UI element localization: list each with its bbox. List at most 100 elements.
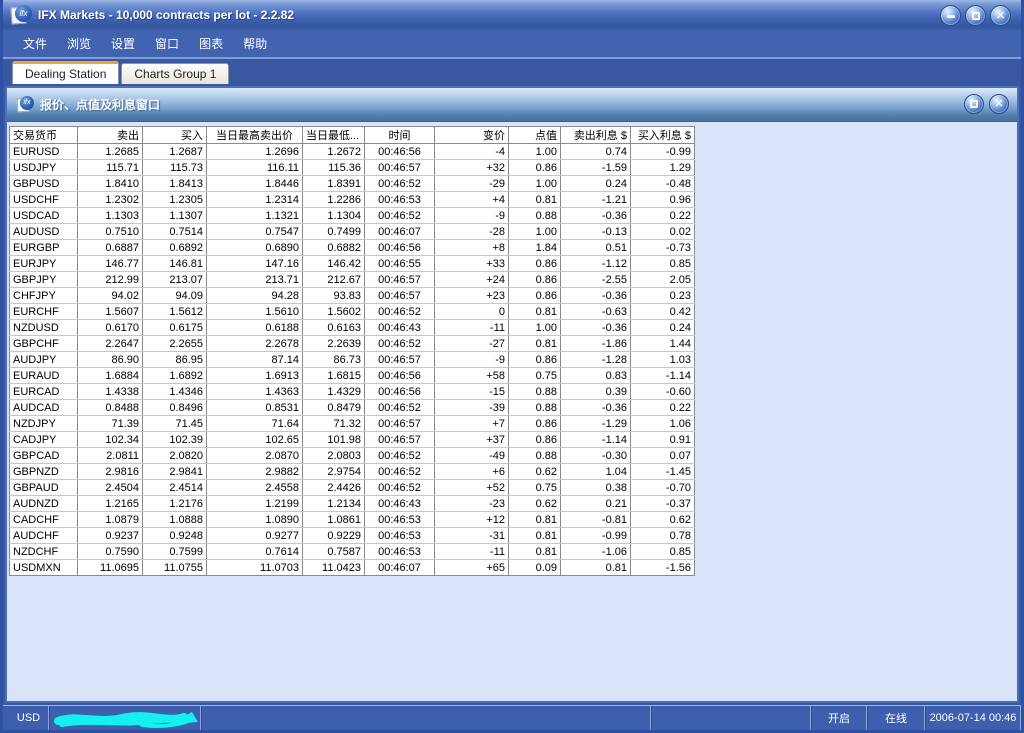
quote-row-GBPJPY[interactable]: GBPJPY 212.99 213.07 213.71 212.67 00:46:57 +2… [9,271,695,288]
time-cell: 00:46:52 [364,463,435,480]
quote-row-AUDCAD[interactable]: AUDCAD 0.8488 0.8496 0.8531 0.8479 00:46:52 -3… [9,399,695,416]
quote-row-USDCHF[interactable]: USDCHF 1.2302 1.2305 1.2314 1.2286 00:46:53 +4… [9,191,695,208]
quote-row-NZDJPY[interactable]: NZDJPY 71.39 71.45 71.64 71.32 00:46:57 +7 0.86… [9,415,695,432]
close-icon: ✕ [995,10,1006,22]
sell-cell: 1.8410 [77,175,143,192]
point-value-cell: 0.81 [508,335,561,352]
column-header-5[interactable]: 时间 [364,126,435,144]
menu-item-window[interactable]: 窗口 [145,31,189,56]
quote-row-CHFJPY[interactable]: CHFJPY 94.02 94.09 94.28 93.83 00:46:57 +23 0.8… [9,287,695,304]
column-header-3[interactable]: 当日最高卖出价 [206,126,303,144]
quote-row-AUDCHF[interactable]: AUDCHF 0.9237 0.9248 0.9277 0.9229 00:46:53 -3… [9,527,695,544]
quote-row-USDMXN[interactable]: USDMXN 11.0695 11.0755 11.0703 11.0423 00:46:… [9,559,695,576]
quote-row-EURAUD[interactable]: EURAUD 1.6884 1.6892 1.6913 1.6815 00:46:56 +5… [9,367,695,384]
change-cell: -27 [434,335,509,352]
quote-row-GBPCAD[interactable]: GBPCAD 2.0811 2.0820 2.0870 2.0803 00:46:52 -4… [9,447,695,464]
high-cell: 71.64 [206,415,303,432]
quote-row-USDJPY[interactable]: USDJPY 115.71 115.73 116.11 115.36 00:46:57 +3… [9,159,695,176]
quote-row-EURCAD[interactable]: EURCAD 1.4338 1.4346 1.4363 1.4329 00:46:56 -1… [9,383,695,400]
quote-row-USDCAD[interactable]: USDCAD 1.1303 1.1307 1.1321 1.1304 00:46:52 -9… [9,207,695,224]
high-cell: 147.16 [206,255,303,272]
quote-row-EURCHF[interactable]: EURCHF 1.5607 1.5612 1.5610 1.5602 00:46:52 0 0… [9,303,695,320]
tab-charts-group-1[interactable]: Charts Group 1 [121,63,230,84]
minimize-button[interactable] [940,5,961,26]
point-value-cell: 0.81 [508,191,561,208]
change-cell: 0 [434,303,509,320]
column-header-8[interactable]: 卖出利息 $ [560,126,631,144]
sell-cell: 146.77 [77,255,143,272]
status-spacer-2 [651,706,811,730]
low-cell: 212.67 [302,271,365,288]
low-cell: 2.0803 [302,447,365,464]
quote-row-NZDUSD[interactable]: NZDUSD 0.6170 0.6175 0.6188 0.6163 00:46:43 -1… [9,319,695,336]
buy-interest-cell: -0.60 [630,383,695,400]
quote-row-EURUSD[interactable]: EURUSD 1.2685 1.2687 1.2696 1.2672 00:46:56 -4… [9,143,695,160]
quote-row-CADJPY[interactable]: CADJPY 102.34 102.39 102.65 101.98 00:46:57 +3… [9,431,695,448]
quotes-window-logo-icon: ifx [16,95,35,114]
quote-row-CADCHF[interactable]: CADCHF 1.0879 1.0888 1.0890 1.0861 00:46:53 +1… [9,511,695,528]
point-value-cell: 0.86 [508,159,561,176]
low-cell: 1.2286 [302,191,365,208]
menu-item-settings[interactable]: 设置 [101,31,145,56]
low-cell: 2.2639 [302,335,365,352]
sell-cell: 0.8488 [77,399,143,416]
sell-cell: 2.4504 [77,479,143,496]
menu-item-file[interactable]: 文件 [13,31,57,56]
quotes-window-title-bar[interactable]: ifx 报价、点值及利息窗口 ✕ [7,88,1017,122]
quotes-maximize-button[interactable] [964,94,984,114]
column-header-9[interactable]: 买入利息 $ [630,126,695,144]
quote-row-EURGBP[interactable]: EURGBP 0.6887 0.6892 0.6890 0.6882 00:46:56 +8… [9,239,695,256]
buy-cell: 1.2305 [142,191,207,208]
buy-cell: 102.39 [142,431,207,448]
buy-cell: 11.0755 [142,559,207,576]
buy-interest-cell: 0.22 [630,207,695,224]
title-bar[interactable]: ifx IFX Markets - 10,000 contracts per l… [3,0,1021,30]
maximize-button[interactable] [965,5,986,26]
quote-row-EURJPY[interactable]: EURJPY 146.77 146.81 147.16 146.42 00:46:55 +3… [9,255,695,272]
column-header-0[interactable]: 交易货币 [9,126,78,144]
point-value-cell: 1.84 [508,239,561,256]
low-cell: 0.9229 [302,527,365,544]
quote-row-GBPNZD[interactable]: GBPNZD 2.9816 2.9841 2.9882 2.9754 00:46:52 +6… [9,463,695,480]
pair-cell: EURAUD [9,367,78,384]
tab-dealing-station[interactable]: Dealing Station [12,61,120,84]
buy-interest-cell: -1.56 [630,559,695,576]
change-cell: -49 [434,447,509,464]
low-cell: 115.36 [302,159,365,176]
change-cell: -23 [434,495,509,512]
quote-row-AUDNZD[interactable]: AUDNZD 1.2165 1.2176 1.2199 1.2134 00:46:43 -2… [9,495,695,512]
status-online-toggle[interactable]: 在线 [867,706,925,730]
column-header-7[interactable]: 点值 [508,126,561,144]
quote-row-GBPUSD[interactable]: GBPUSD 1.8410 1.8413 1.8446 1.8391 00:46:52 -2… [9,175,695,192]
quote-row-GBPAUD[interactable]: GBPAUD 2.4504 2.4514 2.4558 2.4426 00:46:52 +5… [9,479,695,496]
quotes-close-button[interactable]: ✕ [989,94,1009,114]
time-cell: 00:46:52 [364,447,435,464]
status-open-toggle[interactable]: 开启 [811,706,867,730]
change-cell: +6 [434,463,509,480]
time-cell: 00:46:43 [364,495,435,512]
quote-row-AUDJPY[interactable]: AUDJPY 86.90 86.95 87.14 86.73 00:46:57 -9 0.86… [9,351,695,368]
column-header-1[interactable]: 卖出 [77,126,143,144]
time-cell: 00:46:52 [364,479,435,496]
menu-item-help[interactable]: 帮助 [233,31,277,56]
column-header-6[interactable]: 变价 [434,126,509,144]
close-icon: ✕ [994,98,1004,110]
sell-cell: 94.02 [77,287,143,304]
low-cell: 1.6815 [302,367,365,384]
quote-row-AUDUSD[interactable]: AUDUSD 0.7510 0.7514 0.7547 0.7499 00:46:07 -2… [9,223,695,240]
menu-item-charts[interactable]: 图表 [189,31,233,56]
point-value-cell: 0.88 [508,383,561,400]
menu-item-browse[interactable]: 浏览 [57,31,101,56]
sell-cell: 11.0695 [77,559,143,576]
close-button[interactable]: ✕ [990,5,1011,26]
sell-interest-cell: 0.81 [560,559,631,576]
buy-cell: 1.1307 [142,207,207,224]
quotes-table: 交易货币 卖出 买入 当日最高卖出价 当日最低... 时间 变价 点值 卖出利息 $ 买入利息 $… [9,126,695,576]
quote-row-NZDCHF[interactable]: NZDCHF 0.7590 0.7599 0.7614 0.7587 00:46:53 -1… [9,543,695,560]
column-header-2[interactable]: 买入 [142,126,207,144]
high-cell: 94.28 [206,287,303,304]
sell-interest-cell: -1.29 [560,415,631,432]
column-header-4[interactable]: 当日最低... [302,126,365,144]
quote-row-GBPCHF[interactable]: GBPCHF 2.2647 2.2655 2.2678 2.2639 00:46:52 -2… [9,335,695,352]
time-cell: 00:46:57 [364,271,435,288]
